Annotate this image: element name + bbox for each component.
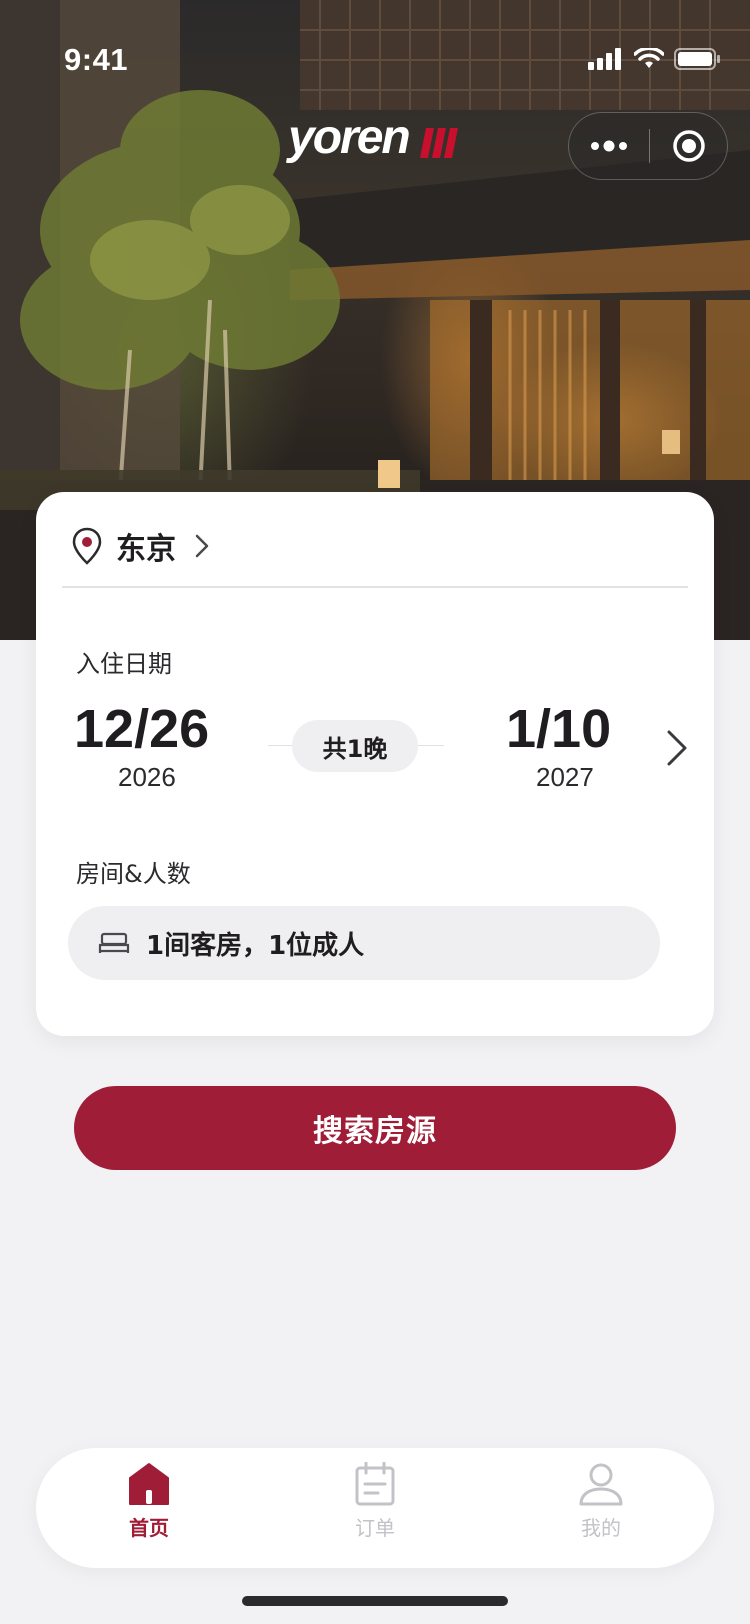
location-selector[interactable]: 东京 [72,518,210,574]
status-time: 9:41 [64,42,129,77]
tab-orders-label: 订单 [355,1516,395,1540]
checkin-date[interactable]: 12/26 [74,698,209,760]
signal-icon [588,48,621,70]
home-indicator[interactable] [242,1596,508,1606]
home-icon [129,1463,169,1505]
checkin-label: 入住日期 [76,650,172,678]
tab-profile-label: 我的 [581,1516,621,1540]
brand-logo: yoren [288,110,468,170]
tab-orders[interactable]: 订单 [262,1448,488,1568]
city-name: 东京 [116,532,176,567]
checkout-date[interactable]: 1/10 [506,698,611,760]
brand-logo-stripes [420,128,458,158]
status-icons [588,48,720,70]
rooms-guests-label: 房间&人数 [76,860,191,888]
checkout-year: 2027 [536,762,594,792]
bottom-tab-bar: 首页 订单 我的 [36,1448,714,1568]
rooms-guests-selector[interactable]: 1间客房，1位成人 [68,906,660,980]
checkin-year: 2026 [118,762,176,792]
more-dots-icon [591,140,627,152]
wifi-icon [634,48,664,68]
profile-icon [579,1463,623,1506]
booking-card: 东京 入住日期 12/26 2026 共1晚 1/10 2027 房间&人数 1… [36,492,714,1036]
location-pin-icon [72,527,102,565]
order-calendar-icon [355,1462,395,1506]
rooms-guests-value: 1间客房，1位成人 [146,930,365,961]
brand-logo-text: yoren [288,111,411,164]
battery-icon [674,48,720,70]
search-rooms-button[interactable]: 搜索房源 [74,1086,676,1170]
bed-icon [98,932,130,953]
location-divider [62,586,688,588]
tab-home-label: 首页 [129,1516,169,1540]
more-button[interactable] [569,113,649,179]
tab-home[interactable]: 首页 [36,1448,262,1568]
close-miniprogram-button[interactable] [650,113,727,179]
chevron-right-icon [195,534,209,558]
miniprogram-capsule [568,112,728,180]
nights-count-badge: 共1晚 [292,720,418,772]
app-screen: 9:41 yoren 东京 入住日期 12/26 2026 共1晚 1/10 2… [0,0,750,1624]
date-chevron-right-icon[interactable] [664,728,690,768]
tab-profile[interactable]: 我的 [488,1448,714,1568]
target-close-icon [672,130,705,162]
